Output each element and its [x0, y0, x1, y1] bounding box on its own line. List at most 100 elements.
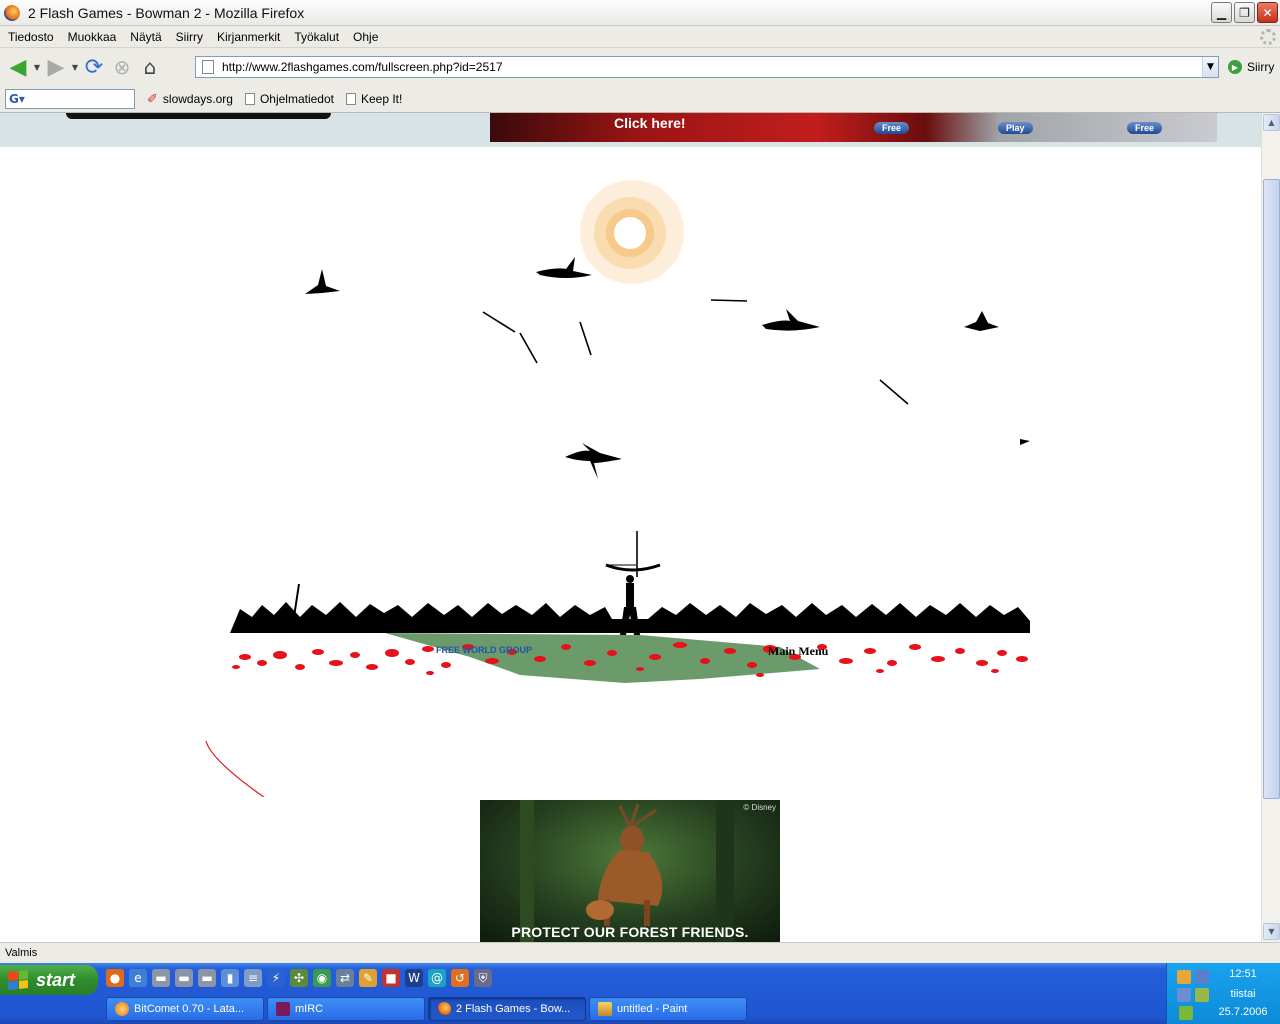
bitcomet-icon [115, 1002, 129, 1016]
search-input[interactable] [28, 91, 129, 107]
menu-siirry[interactable]: Siirry [168, 30, 209, 44]
go-button[interactable]: ▶ Siirry [1228, 60, 1274, 74]
sun [580, 180, 684, 284]
banner-free-button[interactable]: Free [874, 122, 910, 134]
notepad-icon[interactable]: ≡ [244, 969, 262, 987]
drive-icon-2[interactable]: ▬ [175, 969, 193, 987]
google-search-box[interactable]: G▾ [5, 89, 135, 109]
page-icon [345, 93, 356, 105]
start-button[interactable]: start [0, 965, 98, 995]
sponsor-logo[interactable]: FREE WORLD GROUP [436, 645, 532, 655]
minimize-button[interactable]: ▁ [1211, 2, 1232, 23]
menu-muokkaa[interactable]: Muokkaa [60, 30, 123, 44]
forward-icon[interactable]: ▶ [42, 53, 70, 81]
banner-free-button-2[interactable]: Free [1127, 122, 1163, 134]
menu-tyokalut[interactable]: Työkalut [286, 30, 345, 44]
scroll-thumb[interactable] [1263, 179, 1280, 799]
window-titlebar[interactable]: 2 Flash Games - Bowman 2 - Mozilla Firef… [0, 0, 1280, 26]
globe-icon[interactable]: ◉ [313, 969, 331, 987]
paint-icon [598, 1002, 612, 1016]
menubar: Tiedosto Muokkaa Näytä Siirry Kirjanmerk… [0, 26, 1280, 48]
device-icon[interactable]: ▮ [221, 969, 239, 987]
bookmark-ohjelmatiedot[interactable]: Ohjelmatiedot [244, 92, 334, 106]
bookmark-label: Ohjelmatiedot [259, 92, 334, 106]
tray-network-icon[interactable] [1195, 970, 1209, 984]
task-paint[interactable]: untitled - Paint [589, 997, 747, 1021]
site-logo[interactable] [66, 113, 331, 119]
drive-icon[interactable]: ▬ [152, 969, 170, 987]
url-history-dropdown[interactable]: ▼ [1202, 57, 1218, 77]
url-input[interactable] [222, 58, 1202, 76]
navigation-toolbar: ◀ ▼ ▶ ▼ ⟳ ⊗ ⌂ ▼ ▶ Siirry [0, 48, 1280, 86]
firefox-icon [437, 1002, 451, 1016]
menu-kirjanmerkit[interactable]: Kirjanmerkit [209, 30, 286, 44]
page-icon [244, 93, 255, 105]
site-header: Click here! Free Play Free [0, 113, 1261, 147]
throbber-icon [1260, 29, 1276, 45]
page-icon [202, 60, 214, 74]
reload-icon[interactable]: ⟳ [80, 53, 108, 81]
word-icon[interactable]: W [405, 969, 423, 987]
window-title: 2 Flash Games - Bowman 2 - Mozilla Firef… [28, 4, 305, 21]
tray-pencil-icon[interactable] [1177, 970, 1191, 984]
tray-shield-icon[interactable] [1195, 988, 1209, 1002]
annotation-arrow [205, 740, 265, 797]
slowdays-icon: ✐ [147, 91, 158, 106]
banner-click-label[interactable]: Click here! [614, 115, 686, 131]
url-bar[interactable]: ▼ [195, 56, 1219, 78]
status-bar: Valmis [0, 942, 1280, 963]
app-icon[interactable]: ■ [382, 969, 400, 987]
sponsor-label[interactable]: FREE WORLD GROUP [436, 645, 532, 655]
swirl-icon[interactable]: @ [428, 969, 446, 987]
task-mirc[interactable]: mIRC [267, 997, 425, 1021]
winamp-icon[interactable]: ⚡ [267, 969, 285, 987]
maximize-button[interactable]: ❐ [1234, 2, 1255, 23]
bookmark-label: slowdays.org [162, 92, 233, 106]
transfer-icon[interactable]: ⇄ [336, 969, 354, 987]
stop-icon[interactable]: ⊗ [108, 53, 136, 81]
refresh-icon[interactable]: ↺ [451, 969, 469, 987]
task-firefox[interactable]: 2 Flash Games - Bow... [428, 997, 586, 1021]
scroll-up-arrow[interactable]: ▲ [1263, 114, 1280, 131]
shield-icon[interactable]: ⛨ [474, 969, 492, 987]
window-controls: ▁ ❐ ✕ [1211, 2, 1278, 23]
start-label: start [36, 969, 76, 990]
back-history-dropdown[interactable]: ▼ [32, 63, 42, 72]
tray-battery-icon[interactable] [1179, 1006, 1193, 1020]
menu-ohje[interactable]: Ohje [345, 30, 384, 44]
arrow-projectile [482, 299, 909, 577]
main-menu-button[interactable]: Main Menu [768, 644, 829, 658]
disney-ad[interactable]: © Disney PROTECT OUR FOREST FRIENDS. [480, 800, 780, 942]
mirc-icon [276, 1002, 290, 1016]
clock-day: tiistai [1230, 988, 1256, 1000]
menu-tiedosto[interactable]: Tiedosto [0, 30, 60, 44]
ad-copyright: © Disney [743, 803, 776, 812]
home-icon[interactable]: ⌂ [136, 53, 164, 81]
firefox-launch-icon[interactable]: ● [106, 969, 124, 987]
forward-history-dropdown[interactable]: ▼ [70, 63, 80, 72]
banner-play-button[interactable]: Play [998, 122, 1033, 134]
network-icon[interactable]: ✣ [290, 969, 308, 987]
tray-monitor-icon[interactable] [1177, 988, 1191, 1002]
menu-nayta[interactable]: Näytä [122, 30, 167, 44]
deer-illustration [520, 800, 734, 942]
task-bitcomet[interactable]: BitComet 0.70 - Lata... [106, 997, 264, 1021]
quick-launch: ● e ▬ ▬ ▬ ▮ ≡ ⚡ ✣ ◉ ⇄ ✎ ■ W @ ↺ ⛨ [106, 969, 492, 987]
ie-launch-icon[interactable]: e [129, 969, 147, 987]
vertical-scrollbar[interactable]: ▲ ▼ [1261, 113, 1280, 942]
drive-icon-3[interactable]: ▬ [198, 969, 216, 987]
google-icon[interactable]: G▾ [9, 92, 25, 106]
clock-time[interactable]: 12:51 [1213, 968, 1273, 980]
scroll-down-arrow[interactable]: ▼ [1263, 923, 1280, 940]
task-label: 2 Flash Games - Bow... [456, 1003, 571, 1015]
bowman-game-canvas[interactable]: FREE WORLD GROUP Main Menu [0, 147, 1261, 797]
pencil-icon[interactable]: ✎ [359, 969, 377, 987]
windows-logo-icon [8, 969, 28, 991]
bookmark-keep-it[interactable]: Keep It! [345, 92, 402, 106]
task-label: BitComet 0.70 - Lata... [134, 1003, 245, 1015]
back-icon[interactable]: ◀ [4, 53, 32, 81]
close-button[interactable]: ✕ [1257, 2, 1278, 23]
ad-banner[interactable]: Click here! Free Play Free [490, 113, 1217, 142]
task-label: untitled - Paint [617, 1003, 688, 1015]
bookmark-slowdays[interactable]: ✐ slowdays.org [147, 91, 233, 107]
